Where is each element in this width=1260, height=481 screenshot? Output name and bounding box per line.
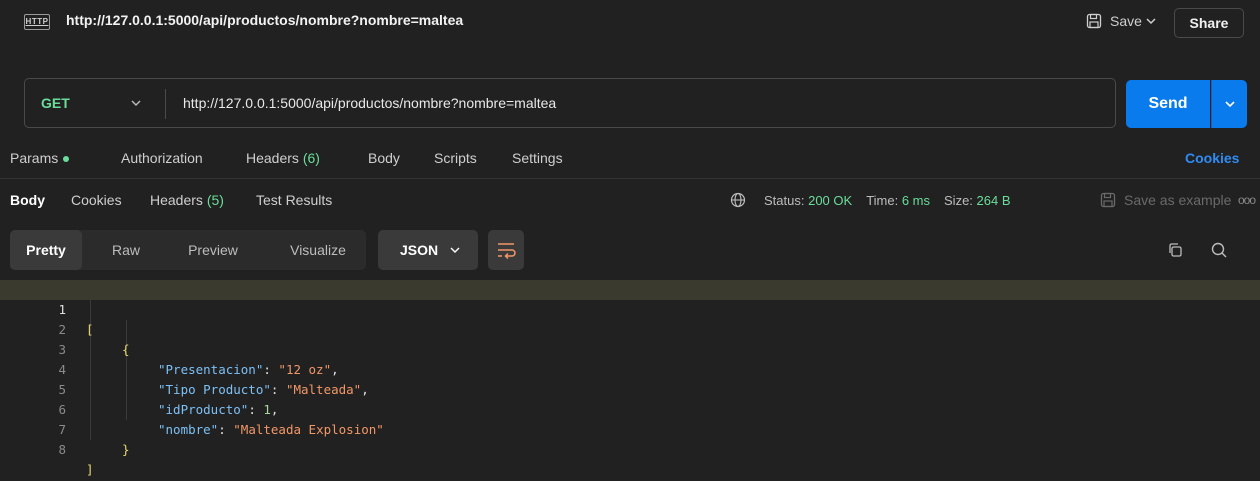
size-value: 264 B [976, 192, 1011, 208]
save-label: Save [1110, 13, 1142, 29]
save-as-example-button[interactable]: Save as example [1100, 192, 1231, 208]
code-text: } [122, 442, 130, 457]
code-line: 3 "Presentacion": "12 oz", [0, 320, 1260, 377]
more-options-icon[interactable]: ooo [1238, 193, 1256, 207]
chevron-down-icon [450, 247, 460, 253]
view-visualize[interactable]: Visualize [276, 230, 360, 270]
time-value: 6 ms [901, 192, 931, 208]
request-title[interactable]: http://127.0.0.1:5000/api/productos/nomb… [66, 12, 463, 28]
code-line: 5 "idProducto": 1, [0, 360, 1260, 417]
tab-scripts[interactable]: Scripts [434, 150, 477, 166]
save-icon [1100, 192, 1116, 208]
tab-body[interactable]: Body [368, 150, 400, 166]
view-pretty[interactable]: Pretty [10, 230, 82, 270]
save-chevron-down-icon[interactable] [1143, 13, 1159, 29]
request-header: HTTP http://127.0.0.1:5000/api/productos… [0, 0, 1260, 78]
response-tab-body[interactable]: Body [10, 192, 45, 208]
share-button[interactable]: Share [1174, 8, 1244, 38]
method-select[interactable]: GET [41, 95, 70, 111]
request-tabs: Params Authorization Headers (6) Body Sc… [0, 140, 1260, 178]
save-as-example-label: Save as example [1124, 192, 1232, 208]
status-label: Status: [764, 192, 805, 208]
code-line: 4 "Tipo Producto": "Malteada", [0, 340, 1260, 397]
tab-settings[interactable]: Settings [512, 150, 563, 166]
params-indicator-dot [63, 156, 70, 163]
send-options-button[interactable] [1211, 80, 1247, 128]
method-chevron-down-icon[interactable] [129, 96, 143, 110]
search-icon[interactable] [1210, 241, 1228, 259]
globe-icon[interactable] [730, 192, 746, 208]
cookies-link[interactable]: Cookies [1185, 150, 1239, 166]
response-body-editor[interactable]: 1 [ 2 { 3 "Presentacion": "12 oz", 4 "Ti… [0, 280, 1260, 477]
request-title-row: HTTP http://127.0.0.1:5000/api/productos… [0, 0, 1260, 44]
http-icon: HTTP [24, 14, 50, 30]
copy-icon[interactable] [1167, 242, 1183, 258]
time-label: Time: [866, 192, 899, 208]
code-text: ] [86, 462, 94, 477]
response-format-bar: Pretty Raw Preview Visualize JSON [10, 230, 1260, 272]
chevron-down-icon [1225, 101, 1235, 108]
response-tab-headers-count: (5) [206, 192, 224, 208]
send-button[interactable]: Send [1126, 80, 1210, 128]
format-select[interactable]: JSON [378, 230, 478, 270]
tab-params[interactable]: Params [10, 150, 70, 166]
tab-headers[interactable]: Headers (6) [246, 150, 320, 166]
status-value: 200 OK [808, 192, 853, 208]
response-tab-test-results[interactable]: Test Results [256, 192, 332, 208]
wrap-lines-button[interactable] [488, 230, 524, 270]
save-icon [1086, 13, 1102, 29]
code-line: 7 } [0, 400, 1260, 457]
view-raw[interactable]: Raw [102, 230, 150, 270]
view-mode-selector: Pretty Raw Preview Visualize [10, 230, 366, 270]
wrap-lines-icon [498, 243, 516, 260]
code-line: 8 ] [0, 420, 1260, 477]
tab-headers-label: Headers [246, 150, 299, 166]
tab-authorization[interactable]: Authorization [121, 150, 203, 166]
line-number: 8 [58, 442, 66, 457]
response-tab-headers[interactable]: Headers (5) [150, 192, 224, 208]
tab-params-label: Params [10, 150, 59, 166]
view-preview[interactable]: Preview [174, 230, 252, 270]
url-bar: GET http://127.0.0.1:5000/api/productos/… [24, 78, 1116, 128]
response-status: Status: 200 OK Time: 6 ms Size: 264 B [730, 192, 1011, 208]
code-line: 1 [ [0, 280, 1260, 337]
code-line: 6 "nombre": "Malteada Explosion" [0, 380, 1260, 437]
response-tab-headers-label: Headers [150, 192, 203, 208]
tab-headers-count: (6) [302, 150, 320, 166]
size-label: Size: [944, 192, 973, 208]
url-input[interactable]: http://127.0.0.1:5000/api/productos/nomb… [183, 95, 556, 111]
response-tab-cookies[interactable]: Cookies [71, 192, 122, 208]
url-divider [165, 89, 166, 119]
code-line: 2 { [0, 300, 1260, 357]
response-tabs: Body Cookies Headers (5) Test Results St… [0, 179, 1260, 221]
